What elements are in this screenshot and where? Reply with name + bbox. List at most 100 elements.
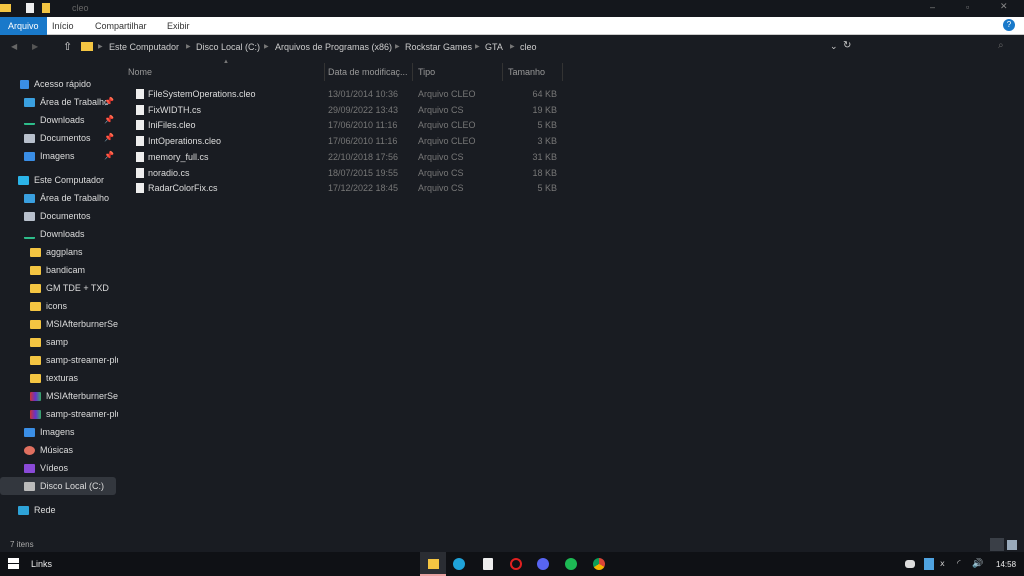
sidebar-item[interactable]: MSIAfterburnerSetup (0, 387, 118, 405)
folder-icon (30, 320, 41, 330)
spotify-icon[interactable] (565, 558, 577, 570)
folder-icon (30, 338, 41, 348)
column-header-type[interactable]: Tipo (413, 63, 503, 81)
sidebar-item[interactable]: Imagens (0, 423, 118, 441)
help-icon[interactable]: ? (1003, 19, 1015, 31)
file-icon (136, 167, 144, 178)
sidebar-item[interactable]: Downloads (0, 225, 118, 243)
breadcrumb-item[interactable]: Arquivos de Programas (x86) (275, 42, 392, 52)
column-header-size[interactable]: Tamanho (503, 63, 563, 81)
up-button[interactable]: ⇧ (63, 40, 72, 53)
sidebar-item[interactable]: Documentos (0, 207, 118, 225)
drive-icon (24, 482, 35, 492)
links-toolbar[interactable]: Links (31, 559, 52, 569)
file-date: 22/10/2018 17:56 (328, 151, 399, 162)
file-row[interactable]: memory_full.cs 22/10/2018 17:56 Arquivo CS… (120, 149, 565, 165)
file-size: 31 KB (532, 151, 557, 162)
file-icon (136, 89, 144, 99)
sidebar-item[interactable]: texturas (0, 369, 118, 387)
sidebar-network[interactable]: Rede (0, 501, 118, 519)
forward-button[interactable]: ▶ (32, 42, 38, 51)
file-size: 19 KB (532, 104, 557, 115)
sidebar-item[interactable]: bandicam (0, 261, 118, 279)
file-row[interactable]: FileSystemOperations.cleo 13/01/2014 10:3… (120, 86, 565, 102)
file-row[interactable]: RadarColorFix.cs 17/12/2022 18:45 Arquivo … (120, 180, 565, 196)
file-icon (136, 183, 144, 194)
file-date: 13/01/2014 10:36 (328, 89, 399, 99)
sidebar-item[interactable]: Imagens 📌 (0, 147, 118, 165)
large-icons-view-button[interactable] (1007, 540, 1017, 550)
edge-icon[interactable] (453, 558, 465, 570)
documents-icon (24, 212, 35, 222)
sidebar-item[interactable]: samp-streamer-plugin (0, 351, 118, 369)
file-row[interactable]: IniFiles.cleo 17/06/2010 11:16 Arquivo CLE… (120, 117, 565, 133)
window-title: cleo (72, 3, 89, 13)
chevron-down-icon[interactable]: ⌄ (830, 41, 838, 52)
breadcrumb-item[interactable]: Disco Local (C:) (196, 42, 260, 52)
refresh-icon[interactable]: ↻ (843, 40, 851, 51)
sidebar-item[interactable]: Área de Trabalho (0, 189, 118, 207)
breadcrumb-item[interactable]: Rockstar Games (405, 42, 472, 52)
tab-compartilhar[interactable]: Compartilhar (87, 17, 155, 35)
sidebar-item[interactable]: aggplans (0, 243, 118, 261)
store-icon[interactable] (483, 558, 493, 570)
windows-start-icon[interactable] (8, 558, 19, 569)
pin-icon: 📌 (104, 97, 114, 106)
tab-arquivo[interactable]: Arquivo (0, 17, 47, 35)
star-icon (20, 80, 29, 90)
sidebar-item[interactable]: Documentos 📌 (0, 129, 118, 147)
language-icon[interactable]: 𝗑 (940, 559, 945, 568)
volume-icon[interactable]: 🔊 (972, 558, 983, 569)
file-name: IntOperations.cleo (148, 136, 222, 147)
media-player-icon[interactable] (510, 558, 522, 570)
sidebar-this-pc[interactable]: Este Computador (0, 171, 118, 189)
file-name: FixWIDTH.cs (148, 104, 201, 115)
search-icon[interactable]: ⌕ (998, 40, 1004, 51)
column-header-date[interactable]: Data de modificaç... (325, 63, 413, 81)
folder-icon (428, 559, 439, 569)
item-count: 7 itens (10, 540, 34, 549)
sidebar-item[interactable]: MSIAfterburnerSetup (0, 315, 118, 333)
wifi-icon[interactable]: ◜ (957, 558, 961, 569)
sidebar-item[interactable]: icons (0, 297, 118, 315)
file-row[interactable]: FixWIDTH.cs 29/09/2022 13:43 Arquivo CS 19 … (120, 102, 565, 118)
chrome-icon[interactable] (593, 558, 605, 570)
details-view-button[interactable] (990, 538, 1004, 551)
sidebar-item[interactable]: Músicas (0, 441, 118, 459)
properties-icon[interactable] (26, 3, 34, 13)
sidebar-item[interactable]: Vídeos (0, 459, 118, 477)
breadcrumb-item[interactable]: cleo (520, 42, 537, 52)
column-header-name[interactable]: Nome (120, 63, 325, 81)
file-name: RadarColorFix.cs (148, 183, 218, 194)
tray-app-icon[interactable] (924, 558, 934, 570)
discord-tray-icon[interactable] (905, 560, 915, 568)
sidebar-item[interactable]: Área de Trabalho 📌 (0, 93, 118, 111)
maximize-button[interactable]: ▫ (966, 2, 969, 12)
sidebar-item[interactable]: samp-streamer-plugin (0, 405, 118, 423)
back-button[interactable]: ◀ (11, 42, 17, 51)
music-icon (24, 446, 35, 456)
breadcrumb-item[interactable]: GTA (485, 42, 503, 52)
discord-icon[interactable] (537, 558, 549, 570)
sidebar-quick-access[interactable]: Acesso rápido (0, 75, 118, 93)
archive-icon (30, 410, 41, 420)
new-folder-icon[interactable] (42, 3, 50, 13)
tab-inicio[interactable]: Início (44, 17, 82, 35)
file-row[interactable]: noradio.cs 18/07/2015 19:55 Arquivo CS 18 K… (120, 165, 565, 181)
file-name: noradio.cs (148, 167, 190, 178)
breadcrumb-item[interactable]: Este Computador (109, 42, 179, 52)
documents-icon (24, 134, 35, 144)
file-size: 5 KB (537, 183, 557, 194)
minimize-button[interactable]: – (930, 2, 935, 12)
file-row[interactable]: IntOperations.cleo 17/06/2010 11:16 Arquiv… (120, 133, 565, 149)
pin-icon: 📌 (104, 151, 114, 160)
clock[interactable]: 14:58 (996, 560, 1016, 569)
sidebar-item[interactable]: samp (0, 333, 118, 351)
sidebar-item[interactable]: Downloads 📌 (0, 111, 118, 129)
folder-icon (0, 4, 11, 12)
sidebar-item[interactable]: GM TDE + TXD (0, 279, 118, 297)
tab-exibir[interactable]: Exibir (159, 17, 198, 35)
pictures-icon (24, 428, 35, 438)
close-button[interactable]: ✕ (1000, 1, 1008, 12)
sidebar-item[interactable]: Disco Local (C:) (0, 477, 116, 495)
